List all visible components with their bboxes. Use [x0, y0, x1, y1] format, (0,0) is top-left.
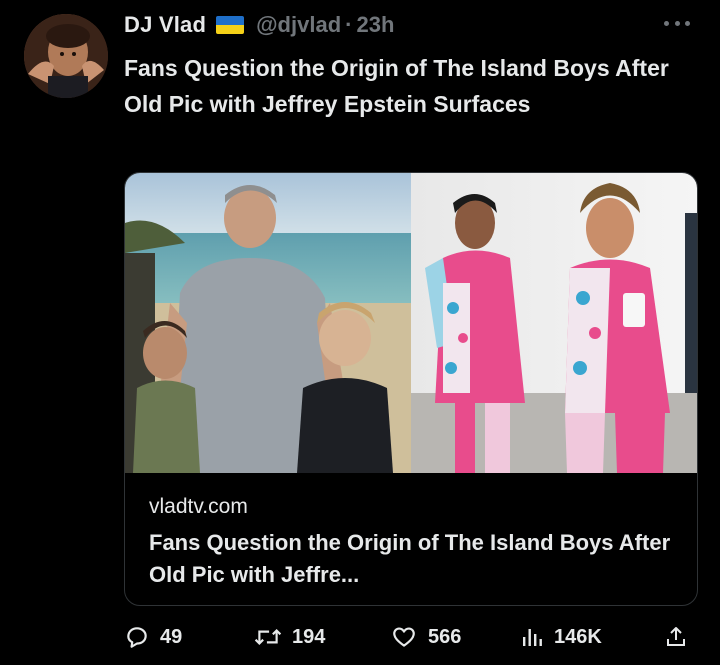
card-domain: vladtv.com [149, 495, 248, 518]
tweet[interactable]: DJ Vlad @djvlad · 23h Fans Question the … [0, 0, 720, 665]
tweet-text: Fans Question the Origin of The Island B… [124, 55, 669, 117]
card-image[interactable] [125, 173, 697, 473]
reply-icon [127, 627, 147, 648]
separator-dot: · [345, 12, 353, 37]
user-handle[interactable]: @djvlad [256, 12, 341, 38]
share-button[interactable] [664, 620, 698, 654]
views-icon [523, 629, 542, 646]
views-count: 146K [554, 625, 602, 648]
card-title: Fans Question the Origin of The Island B… [149, 530, 671, 587]
heart-icon [393, 627, 415, 647]
retweet-button[interactable]: 194 [254, 620, 325, 654]
views-button[interactable]: 146K [520, 620, 602, 654]
reply-button[interactable]: 49 [124, 620, 182, 654]
retweet-count: 194 [292, 625, 326, 648]
display-name[interactable]: DJ Vlad [124, 12, 206, 38]
share-icon [667, 627, 685, 646]
avatar[interactable] [24, 14, 108, 98]
more-icon[interactable] [664, 16, 690, 30]
avatar-image [24, 14, 108, 98]
like-count: 566 [428, 625, 462, 648]
like-button[interactable]: 566 [390, 620, 461, 654]
action-bar: 49 194 566 146K [124, 620, 704, 654]
ukraine-flag-icon [216, 16, 245, 34]
timestamp[interactable]: 23h [356, 12, 394, 38]
reply-count: 49 [160, 625, 183, 648]
link-card[interactable]: vladtv.com Fans Question the Origin of T… [124, 172, 698, 606]
tweet-header: DJ Vlad @djvlad · 23h [124, 8, 394, 42]
retweet-icon [254, 629, 282, 645]
